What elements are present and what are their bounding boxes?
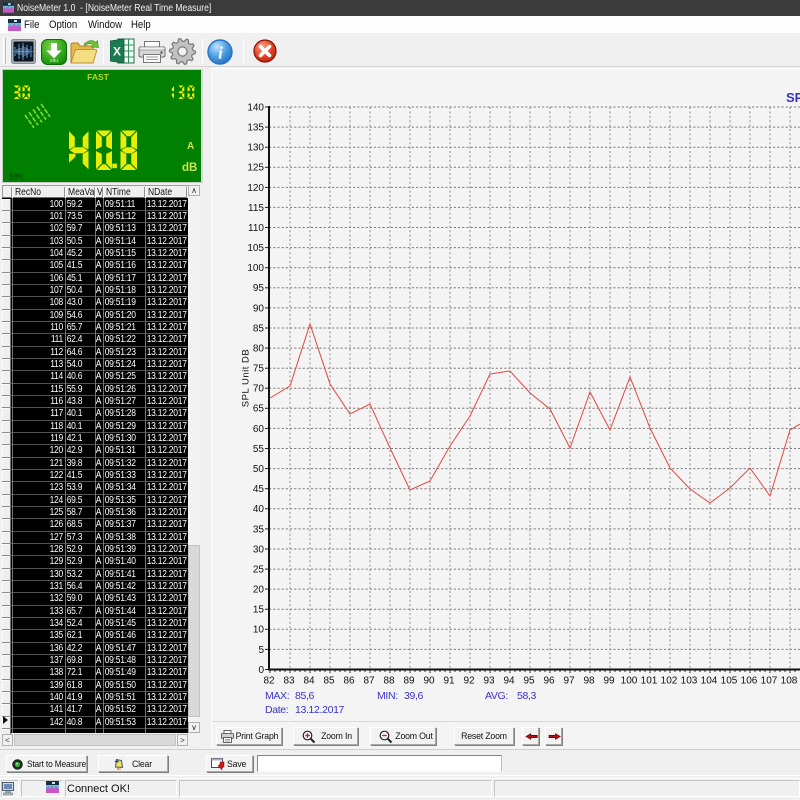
svg-text:95: 95 bbox=[523, 676, 535, 687]
svg-text:101: 101 bbox=[641, 676, 658, 687]
svg-text:107: 107 bbox=[761, 676, 778, 687]
svg-text:91: 91 bbox=[443, 676, 455, 687]
svg-text:45: 45 bbox=[253, 484, 265, 495]
svg-text:70: 70 bbox=[253, 384, 265, 395]
svg-text:100: 100 bbox=[247, 263, 264, 274]
svg-text:80: 80 bbox=[253, 344, 265, 355]
svg-text:30: 30 bbox=[253, 544, 265, 555]
svg-text:82: 82 bbox=[263, 676, 275, 687]
svg-text:75: 75 bbox=[253, 364, 265, 375]
svg-text:115: 115 bbox=[248, 203, 264, 214]
svg-text:98: 98 bbox=[583, 676, 595, 687]
svg-text:103: 103 bbox=[681, 676, 698, 687]
svg-text:99: 99 bbox=[603, 676, 615, 687]
svg-text:10: 10 bbox=[253, 625, 265, 636]
svg-text:20: 20 bbox=[253, 585, 265, 596]
svg-text:130: 130 bbox=[247, 143, 264, 154]
svg-text:140: 140 bbox=[247, 102, 264, 113]
svg-text:93: 93 bbox=[483, 676, 495, 687]
svg-text:5: 5 bbox=[258, 645, 264, 656]
svg-text:97: 97 bbox=[563, 676, 575, 687]
svg-text:X: X bbox=[113, 45, 121, 59]
svg-text:135: 135 bbox=[247, 123, 264, 134]
svg-text:108: 108 bbox=[781, 676, 798, 687]
svg-text:.MEL: .MEL bbox=[49, 58, 60, 63]
svg-text:55: 55 bbox=[253, 444, 265, 455]
svg-text:50: 50 bbox=[253, 464, 265, 475]
svg-text:90: 90 bbox=[423, 676, 435, 687]
svg-text:87: 87 bbox=[363, 676, 375, 687]
svg-text:106: 106 bbox=[741, 676, 758, 687]
svg-text:96: 96 bbox=[543, 676, 555, 687]
svg-text:95: 95 bbox=[253, 283, 265, 294]
svg-text:92: 92 bbox=[463, 676, 475, 687]
svg-text:25: 25 bbox=[253, 565, 265, 576]
svg-text:60: 60 bbox=[253, 424, 265, 435]
svg-text:86: 86 bbox=[343, 676, 355, 687]
svg-text:83: 83 bbox=[283, 676, 295, 687]
svg-text:88: 88 bbox=[383, 676, 395, 687]
svg-text:85: 85 bbox=[323, 676, 335, 687]
svg-text:90: 90 bbox=[253, 303, 265, 314]
svg-text:84: 84 bbox=[303, 676, 315, 687]
svg-text:0: 0 bbox=[258, 665, 264, 676]
svg-text:110: 110 bbox=[248, 223, 264, 234]
svg-text:65: 65 bbox=[253, 404, 265, 415]
svg-text:104: 104 bbox=[701, 676, 718, 687]
svg-text:35: 35 bbox=[253, 524, 265, 535]
svg-text:100: 100 bbox=[621, 676, 638, 687]
svg-text:120: 120 bbox=[247, 183, 264, 194]
svg-text:40: 40 bbox=[253, 504, 265, 515]
svg-text:15: 15 bbox=[253, 605, 265, 616]
svg-text:i: i bbox=[218, 44, 223, 63]
svg-text:102: 102 bbox=[661, 676, 678, 687]
svg-text:89: 89 bbox=[403, 676, 415, 687]
svg-text:85: 85 bbox=[253, 323, 265, 334]
svg-text:105: 105 bbox=[721, 676, 738, 687]
svg-text:94: 94 bbox=[503, 676, 515, 687]
svg-text:105: 105 bbox=[247, 243, 264, 254]
svg-text:SPL Unit DB: SPL Unit DB bbox=[241, 349, 252, 407]
svg-text:125: 125 bbox=[247, 163, 264, 174]
